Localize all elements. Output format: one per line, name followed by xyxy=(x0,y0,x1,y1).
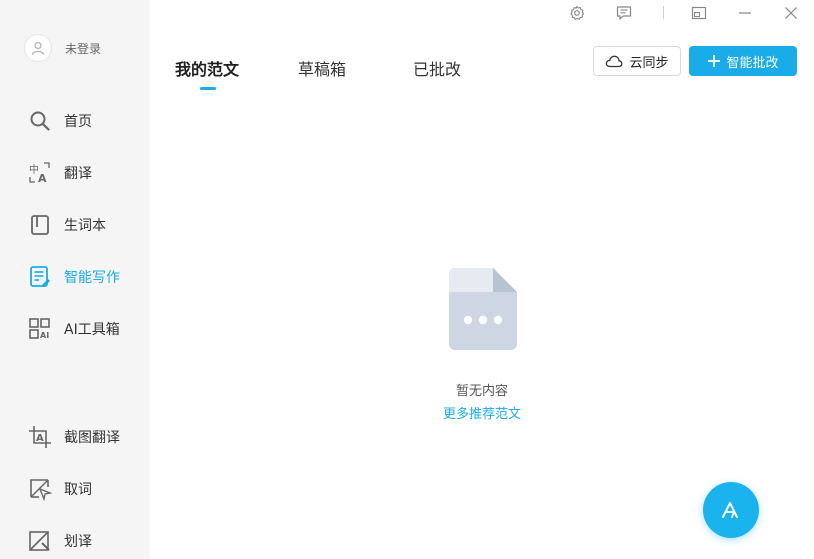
sidebar-item-label: 首页 xyxy=(64,114,92,130)
sidebar-item-label: 取词 xyxy=(64,482,92,498)
writing-assistant-icon xyxy=(722,502,738,518)
sidebar-item-label: 划译 xyxy=(64,534,92,550)
writing-icon xyxy=(28,265,52,289)
sidebar-item-screenshot-translate[interactable]: A 截图翻译 xyxy=(28,425,120,449)
tab-corrected[interactable]: 已批改 xyxy=(413,56,461,80)
word-pick-icon xyxy=(28,477,52,501)
avatar xyxy=(24,34,52,62)
minimize-button[interactable] xyxy=(734,3,756,23)
settings-icon xyxy=(570,5,585,20)
sidebar-item-label: 生词本 xyxy=(64,218,106,234)
screenshot-translate-icon: A xyxy=(28,425,52,449)
sidebar-item-select-translate[interactable]: 划译 xyxy=(28,529,92,553)
sidebar-item-label: AI工具箱 xyxy=(64,322,120,338)
sidebar-item-wordbook[interactable]: 生词本 xyxy=(28,213,106,237)
sidebar-item-label: 智能写作 xyxy=(64,270,120,286)
cloud-icon xyxy=(606,55,623,68)
empty-state-message: 暂无内容 xyxy=(455,384,508,399)
minimize-icon xyxy=(739,12,751,14)
smart-correct-label: 智能批改 xyxy=(726,55,779,71)
svg-text:A: A xyxy=(36,433,44,444)
tab-drafts[interactable]: 草稿箱 xyxy=(298,56,346,80)
sidebar-item-smart-writing[interactable]: 智能写作 xyxy=(28,265,120,289)
feedback-button[interactable] xyxy=(613,3,635,23)
titlebar-divider xyxy=(663,6,664,19)
empty-document-icon xyxy=(449,268,517,354)
floating-action-button[interactable] xyxy=(703,482,759,538)
more-recommended-essays-link[interactable]: 更多推荐范文 xyxy=(0,403,814,422)
active-tab-indicator xyxy=(200,87,216,90)
tab-my-essays[interactable]: 我的范文 xyxy=(175,56,239,80)
sidebar: 未登录 首页 中 A 翻译 生词本 智能写作 AI AI工具箱 A 截图翻译 取… xyxy=(0,0,150,559)
mini-mode-button[interactable] xyxy=(688,3,710,23)
translate-icon: 中 A xyxy=(28,161,52,185)
cloud-sync-button[interactable]: 云同步 xyxy=(593,46,681,76)
search-icon xyxy=(28,109,52,133)
close-button[interactable] xyxy=(780,3,802,23)
svg-text:AI: AI xyxy=(40,331,49,340)
close-icon xyxy=(785,7,797,19)
svg-text:A: A xyxy=(38,172,47,185)
plus-icon xyxy=(708,55,721,67)
cloud-sync-label: 云同步 xyxy=(629,55,669,71)
sidebar-item-word-pick[interactable]: 取词 xyxy=(28,477,92,501)
select-translate-icon xyxy=(28,529,52,553)
user-login[interactable]: 未登录 xyxy=(24,34,101,62)
feedback-icon xyxy=(616,6,632,20)
sidebar-item-ai-toolbox[interactable]: AI AI工具箱 xyxy=(28,317,120,341)
settings-button[interactable] xyxy=(566,3,588,23)
ai-toolbox-icon: AI xyxy=(28,317,52,341)
sidebar-item-label: 截图翻译 xyxy=(64,430,120,446)
book-icon xyxy=(28,213,52,237)
user-icon xyxy=(31,41,45,55)
sidebar-item-translate[interactable]: 中 A 翻译 xyxy=(28,161,92,185)
sidebar-item-home[interactable]: 首页 xyxy=(28,109,92,133)
mini-mode-icon xyxy=(691,6,707,20)
user-name: 未登录 xyxy=(65,41,102,56)
sidebar-item-label: 翻译 xyxy=(64,166,92,182)
smart-correct-button[interactable]: 智能批改 xyxy=(689,46,797,76)
